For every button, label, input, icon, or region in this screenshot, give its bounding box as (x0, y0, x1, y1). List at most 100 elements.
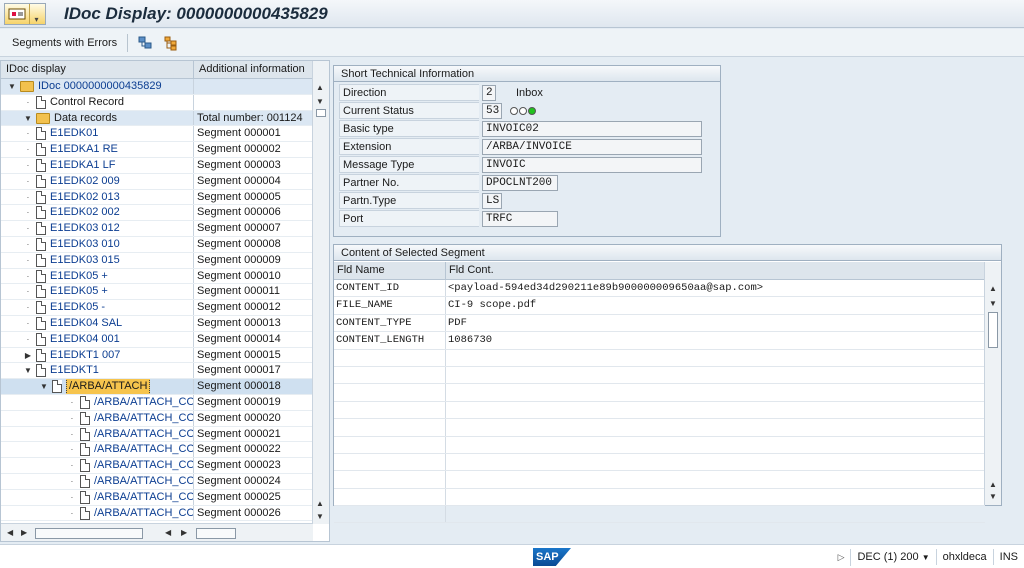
tree-node-cell[interactable]: · E1EDK02 002 (1, 205, 194, 221)
tree-row[interactable]: ▼ E1EDKT1 Segment 000017 (1, 363, 313, 380)
tree-node-label[interactable]: /ARBA/ATTACH (66, 379, 151, 394)
tree-row[interactable]: · /ARBA/ATTACH_CON Segment 000021 (1, 426, 313, 443)
tree-row[interactable]: · /ARBA/ATTACH_CON Segment 000026 (1, 505, 313, 522)
scroll-up-icon[interactable]: ▲ (989, 480, 997, 489)
table-row[interactable]: CONTENT_LENGTH 1086730 (334, 332, 985, 350)
system-info[interactable]: DEC (1) 200 ▼ (850, 548, 935, 566)
tree-row[interactable]: · E1EDK05 + Segment 000010 (1, 268, 313, 285)
tree-node-label[interactable]: E1EDK03 015 (50, 253, 120, 268)
tree-row[interactable]: · /ARBA/ATTACH_CON Segment 000019 (1, 394, 313, 411)
tree-node-cell[interactable]: · E1EDK04 001 (1, 331, 194, 347)
collapse-icon[interactable]: ▼ (7, 82, 17, 91)
table-row[interactable]: FILE_NAME CI-9 scope.pdf (334, 297, 985, 315)
tree-node-cell[interactable]: ▼ Data records (1, 110, 194, 126)
tree-row[interactable]: · E1EDKA1 RE Segment 000002 (1, 142, 313, 158)
column-header-additional-info[interactable]: Additional information (194, 61, 305, 78)
tree-node-cell[interactable]: · /ARBA/ATTACH_CON (1, 442, 194, 458)
scroll-thumb[interactable] (196, 528, 236, 539)
tree-row[interactable]: · E1EDK03 012 Segment 000007 (1, 221, 313, 237)
tree-row[interactable]: · E1EDK03 015 Segment 000009 (1, 252, 313, 269)
column-header-field-name[interactable]: Fld Name (334, 262, 446, 279)
tree-node-label[interactable]: /ARBA/ATTACH_CON (94, 427, 193, 442)
tree-node-cell[interactable]: · Control Record (1, 94, 194, 110)
tree-row[interactable]: · E1EDK05 - Segment 000012 (1, 300, 313, 316)
table-row[interactable]: CONTENT_TYPE PDF (334, 314, 985, 333)
tree-node-cell[interactable]: ▼ IDoc 0000000000435829 (1, 79, 194, 94)
tree-node-label[interactable]: E1EDKA1 LF (50, 158, 115, 173)
tree-node-label[interactable]: E1EDKA1 RE (50, 142, 118, 157)
tree-vertical-scrollbar[interactable]: ▲ ▼ ▲ ▼ (312, 61, 329, 524)
scroll-down-icon[interactable]: ▼ (989, 299, 997, 308)
scroll-thumb[interactable] (35, 528, 143, 539)
tree-row[interactable]: ▼ Data records Total number: 001124 (1, 110, 313, 127)
tree-node-cell[interactable]: · E1EDK04 SAL (1, 315, 194, 331)
tree-node-cell[interactable]: · E1EDKA1 RE (1, 142, 194, 157)
status-value[interactable]: 53 (482, 102, 502, 119)
tree-node-label[interactable]: E1EDK03 012 (50, 221, 120, 236)
tree-node-label[interactable]: Control Record (50, 95, 124, 110)
tree-node-label[interactable]: E1EDK02 009 (50, 174, 120, 189)
message-type-value[interactable]: INVOIC (482, 156, 702, 173)
system-menu-button[interactable]: ▾ (4, 2, 46, 25)
scroll-left-icon[interactable]: ◀ (165, 528, 171, 537)
scroll-right-icon[interactable]: ▶ (181, 528, 187, 537)
scroll-up-icon[interactable]: ▲ (989, 284, 997, 293)
tree-node-label[interactable]: /ARBA/ATTACH_CON (94, 442, 193, 457)
tree-node-cell[interactable]: · E1EDK05 + (1, 284, 194, 300)
tree-node-cell[interactable]: · /ARBA/ATTACH_CON (1, 410, 194, 426)
tree-node-label[interactable]: E1EDK04 001 (50, 332, 120, 347)
tree-row[interactable]: · E1EDK02 009 Segment 000004 (1, 173, 313, 190)
segments-with-errors-button[interactable]: Segments with Errors (8, 35, 121, 51)
tree-node-label[interactable]: E1EDK05 - (50, 300, 105, 315)
tree-node-label[interactable]: /ARBA/ATTACH_CON (94, 395, 193, 410)
scroll-thumb[interactable] (316, 109, 326, 117)
partner-type-value[interactable]: LS (482, 192, 502, 209)
content-vertical-scrollbar[interactable]: ▲ ▼ ▲ ▼ (984, 262, 1001, 505)
tree-node-label[interactable]: E1EDKT1 (50, 363, 99, 378)
tree-row[interactable]: · E1EDKA1 LF Segment 000003 (1, 157, 313, 174)
tree-node-label[interactable]: Data records (54, 111, 117, 126)
tree-node-cell[interactable]: · E1EDK01 (1, 126, 194, 142)
tree-node-cell[interactable]: · /ARBA/ATTACH_CON (1, 505, 194, 521)
tree-row[interactable]: · /ARBA/ATTACH_CON Segment 000020 (1, 410, 313, 427)
tree-node-cell[interactable]: · /ARBA/ATTACH_CON (1, 394, 194, 410)
tree-node-cell[interactable]: · E1EDK02 013 (1, 189, 194, 205)
tree-node-label[interactable]: /ARBA/ATTACH_CON (94, 458, 193, 473)
tree-node-label[interactable]: E1EDK02 002 (50, 205, 120, 220)
tree-node-cell[interactable]: ▶ E1EDKT1 007 (1, 347, 194, 363)
tree-node-cell[interactable]: · /ARBA/ATTACH_CON (1, 426, 194, 442)
tree-node-label[interactable]: E1EDK04 SAL (50, 316, 122, 331)
tree-node-label[interactable]: /ARBA/ATTACH_CON (94, 490, 193, 505)
tree-node-cell[interactable]: · E1EDK05 + (1, 268, 194, 284)
scroll-thumb[interactable] (988, 312, 998, 348)
collapse-icon[interactable]: ▼ (23, 114, 33, 123)
tree-node-label[interactable]: E1EDKT1 007 (50, 348, 120, 363)
tree-row[interactable]: · E1EDK02 002 Segment 000006 (1, 205, 313, 222)
partner-no-value[interactable]: DPOCLNT200 (482, 174, 558, 191)
tree-row[interactable]: ▼ IDoc 0000000000435829 (1, 79, 313, 95)
tree-node-cell[interactable]: · E1EDK03 015 (1, 252, 194, 268)
tree-node-label[interactable]: E1EDK01 (50, 126, 98, 141)
scroll-left-icon[interactable]: ◀ (7, 528, 13, 537)
tree-node-label[interactable]: IDoc 0000000000435829 (38, 79, 162, 94)
tree-row[interactable]: · /ARBA/ATTACH_CON Segment 000022 (1, 442, 313, 459)
basic-type-value[interactable]: INVOIC02 (482, 120, 702, 137)
tree-node-label[interactable]: /ARBA/ATTACH_CON (94, 474, 193, 489)
tree-row[interactable]: · /ARBA/ATTACH_CON Segment 000025 (1, 489, 313, 506)
tree-node-label[interactable]: E1EDK03 010 (50, 237, 120, 252)
tree-row[interactable]: · E1EDK03 010 Segment 000008 (1, 236, 313, 253)
column-header-idoc-display[interactable]: IDoc display (1, 61, 194, 78)
tree-node-cell[interactable]: ▼ /ARBA/ATTACH (1, 379, 194, 394)
direction-value[interactable]: 2 (482, 84, 496, 101)
scroll-up-icon[interactable]: ▲ (316, 83, 324, 92)
tree-node-label[interactable]: E1EDK02 013 (50, 190, 120, 205)
tree-node-cell[interactable]: · /ARBA/ATTACH_CON (1, 473, 194, 489)
hierarchy-icon[interactable] (160, 33, 182, 53)
scroll-right-icon[interactable]: ▶ (21, 528, 27, 537)
tree-node-label[interactable]: E1EDK05 + (50, 284, 108, 299)
tree-node-cell[interactable]: · E1EDK02 009 (1, 173, 194, 189)
collapse-icon[interactable]: ▼ (23, 366, 33, 375)
tree-node-label[interactable]: /ARBA/ATTACH_CON (94, 411, 193, 426)
extension-value[interactable]: /ARBA/INVOICE (482, 138, 702, 155)
tree-row[interactable]: · E1EDK04 SAL Segment 000013 (1, 315, 313, 332)
